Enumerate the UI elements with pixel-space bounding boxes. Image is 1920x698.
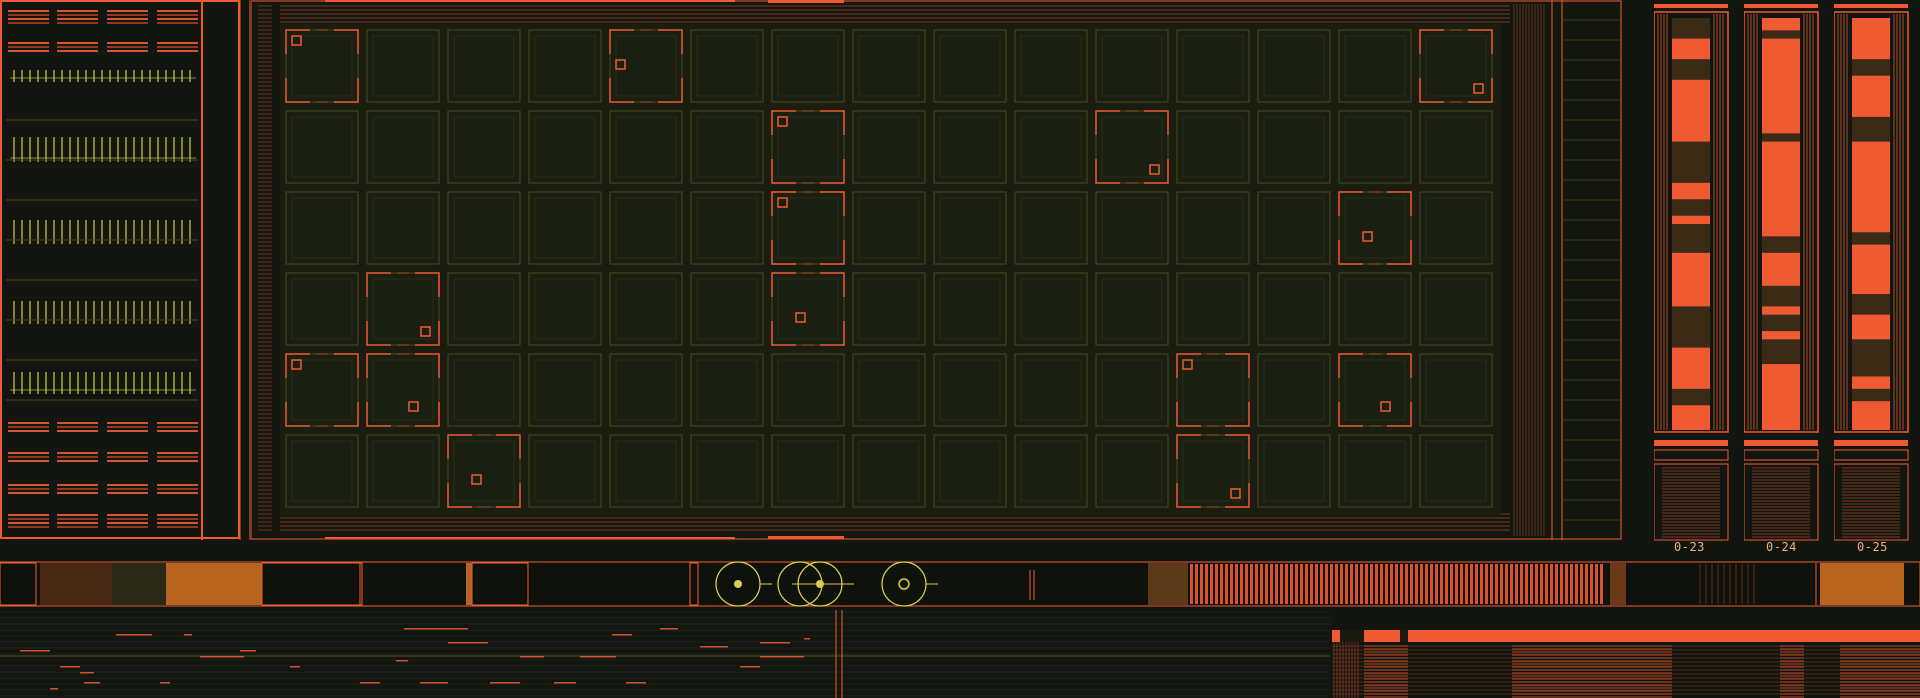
left-instrument-panel [0,0,251,540]
level-segment [1672,388,1710,406]
level-segment [1852,294,1890,315]
column-label-2: 0-25 [1857,540,1888,554]
level-segment [1852,388,1890,402]
left-panel-graphic [0,0,251,540]
bottom-signal-area [0,610,1920,698]
main-grid-frame [250,0,1622,540]
level-segment [1852,232,1890,245]
column-label-1: 0-24 [1766,540,1797,554]
level-segment [1672,18,1710,39]
level-segment [1762,285,1800,307]
level-segment [1762,30,1800,39]
level-columns-panel: 0-23 0-24 0-25 [1640,0,1920,560]
timeline-strip[interactable] [0,560,1920,608]
level-column-2[interactable] [1834,0,1910,545]
level-segment [1672,59,1710,80]
level-column-1[interactable] [1744,0,1820,545]
level-segment [1852,116,1890,142]
level-segment [1762,314,1800,332]
level-segment [1762,339,1800,365]
selection-grid[interactable] [250,0,1622,540]
level-segment [1852,339,1890,377]
level-segment [1672,224,1710,253]
level-segment [1762,236,1800,253]
level-segment [1672,141,1710,183]
level-segment [1672,306,1710,348]
level-column-0[interactable] [1654,0,1730,545]
level-segment [1852,59,1890,76]
column-label-0: 0-23 [1674,540,1705,554]
level-segment [1672,199,1710,216]
level-segment [1762,133,1800,142]
signal-trace-graphic [0,610,1920,698]
timeline-graphic [0,561,1920,607]
